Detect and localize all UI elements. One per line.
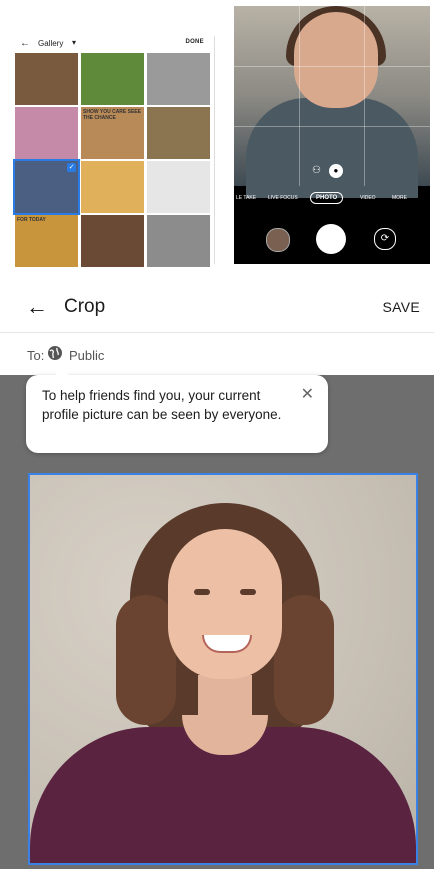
last-photo-thumbnail[interactable]	[266, 228, 290, 252]
globe-icon[interactable]	[47, 345, 63, 361]
gallery-tile[interactable]: FOR TODAY	[15, 215, 78, 267]
mode-live-focus[interactable]: LIVE FOCUS	[268, 195, 298, 201]
photo-hair-right	[274, 595, 334, 725]
done-button[interactable]: DONE	[185, 39, 204, 45]
close-icon[interactable]: ✕	[301, 384, 314, 404]
privacy-tooltip: To help friends find you, your current p…	[26, 368, 328, 453]
photo-face	[168, 529, 282, 679]
gallery-screenshot: ← Gallery ▾ DONE SHOW YOU CARE SEEE THE …	[13, 36, 215, 267]
gallery-tile-label: SHOW YOU CARE SEEE THE CHANCE	[83, 109, 141, 121]
switch-camera-icon[interactable]: ⟳	[374, 228, 396, 250]
crop-stage: To help friends find you, your current p…	[0, 368, 434, 869]
tooltip-notch	[54, 368, 70, 376]
gallery-tile[interactable]: ✓	[13, 159, 80, 215]
people-icon[interactable]: ⚇	[312, 165, 321, 176]
person-icon[interactable]: ●	[328, 164, 343, 178]
gallery-tile[interactable]	[147, 215, 210, 267]
mode-le-take[interactable]: LE TAKE	[236, 195, 256, 201]
photo-eye	[194, 589, 210, 595]
camera-viewfinder: ⚇ ●	[234, 6, 430, 198]
camera-quick-icons: ⚇ ●	[312, 164, 343, 178]
gallery-title[interactable]: Gallery	[38, 39, 63, 48]
gallery-tile[interactable]	[81, 53, 144, 105]
selected-check-icon: ✓	[67, 163, 76, 172]
camera-subject-body	[246, 98, 418, 198]
tooltip-text: To help friends find you, your current p…	[42, 388, 282, 422]
back-arrow-icon[interactable]: ←	[20, 38, 30, 49]
camera-mode-bar: LE TAKE LIVE FOCUS PHOTO VIDEO MORE	[234, 192, 430, 206]
mode-photo[interactable]: PHOTO	[310, 192, 344, 204]
camera-subject-face	[294, 12, 378, 108]
gallery-tile[interactable]	[147, 161, 210, 213]
gallery-tile-label: FOR TODAY	[17, 217, 46, 223]
audience-to-label: To:	[27, 348, 45, 363]
grid-line	[234, 126, 430, 127]
gallery-tile[interactable]	[81, 161, 144, 213]
mode-more[interactable]: MORE	[392, 195, 407, 201]
gallery-tile[interactable]	[15, 107, 78, 159]
grid-line	[299, 6, 300, 186]
gallery-tile[interactable]	[147, 107, 210, 159]
audience-selector[interactable]: Public	[69, 348, 104, 363]
crop-frame[interactable]	[28, 473, 418, 865]
gallery-tile[interactable]	[81, 215, 144, 267]
photo-hair-left	[116, 595, 176, 725]
mode-video[interactable]: VIDEO	[360, 195, 376, 201]
gallery-tile[interactable]	[15, 53, 78, 105]
gallery-header: ← Gallery ▾ DONE	[14, 36, 214, 52]
photo-eye	[240, 589, 256, 595]
gallery-grid: SHOW YOU CARE SEEE THE CHANCE ✓ FOR TODAY	[13, 52, 214, 267]
grid-line	[364, 6, 365, 186]
shutter-button[interactable]	[316, 224, 346, 254]
save-button[interactable]: SAVE	[382, 299, 420, 315]
crop-header: ← Crop SAVE	[0, 284, 434, 333]
back-arrow-icon[interactable]: ←	[26, 294, 48, 320]
gallery-tile[interactable]: SHOW YOU CARE SEEE THE CHANCE	[81, 107, 144, 159]
page-title: Crop	[64, 296, 106, 317]
camera-screenshot: ⚇ ● LE TAKE LIVE FOCUS PHOTO VIDEO MORE ⟳	[234, 6, 430, 264]
gallery-tile[interactable]	[147, 53, 210, 105]
chevron-down-icon[interactable]: ▾	[72, 38, 76, 47]
grid-line	[234, 66, 430, 67]
